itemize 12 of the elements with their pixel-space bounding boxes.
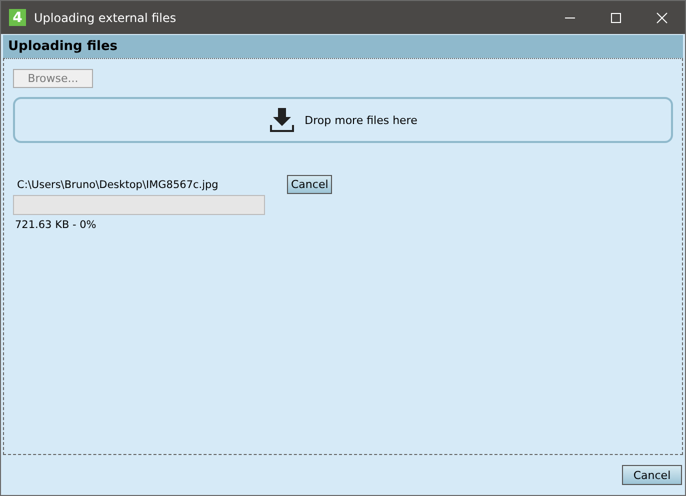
maximize-icon xyxy=(610,12,622,24)
drop-label: Drop more files here xyxy=(304,114,418,126)
cancel-button[interactable]: Cancel xyxy=(287,175,332,194)
window-title: Uploading external files xyxy=(34,10,178,24)
close-icon xyxy=(656,12,668,24)
drop-zone[interactable]: Drop more files here xyxy=(13,97,673,143)
download-icon xyxy=(268,107,295,133)
app-icon: 4 xyxy=(9,9,26,26)
panel-title: Uploading files xyxy=(8,39,118,54)
file-path: C:\Users\Bruno\Desktop\IMG8567c.jpg xyxy=(16,178,220,190)
cancel-button[interactable]: Cancel xyxy=(622,465,682,485)
upload-status: 721.63 KB - 0% xyxy=(14,219,98,231)
